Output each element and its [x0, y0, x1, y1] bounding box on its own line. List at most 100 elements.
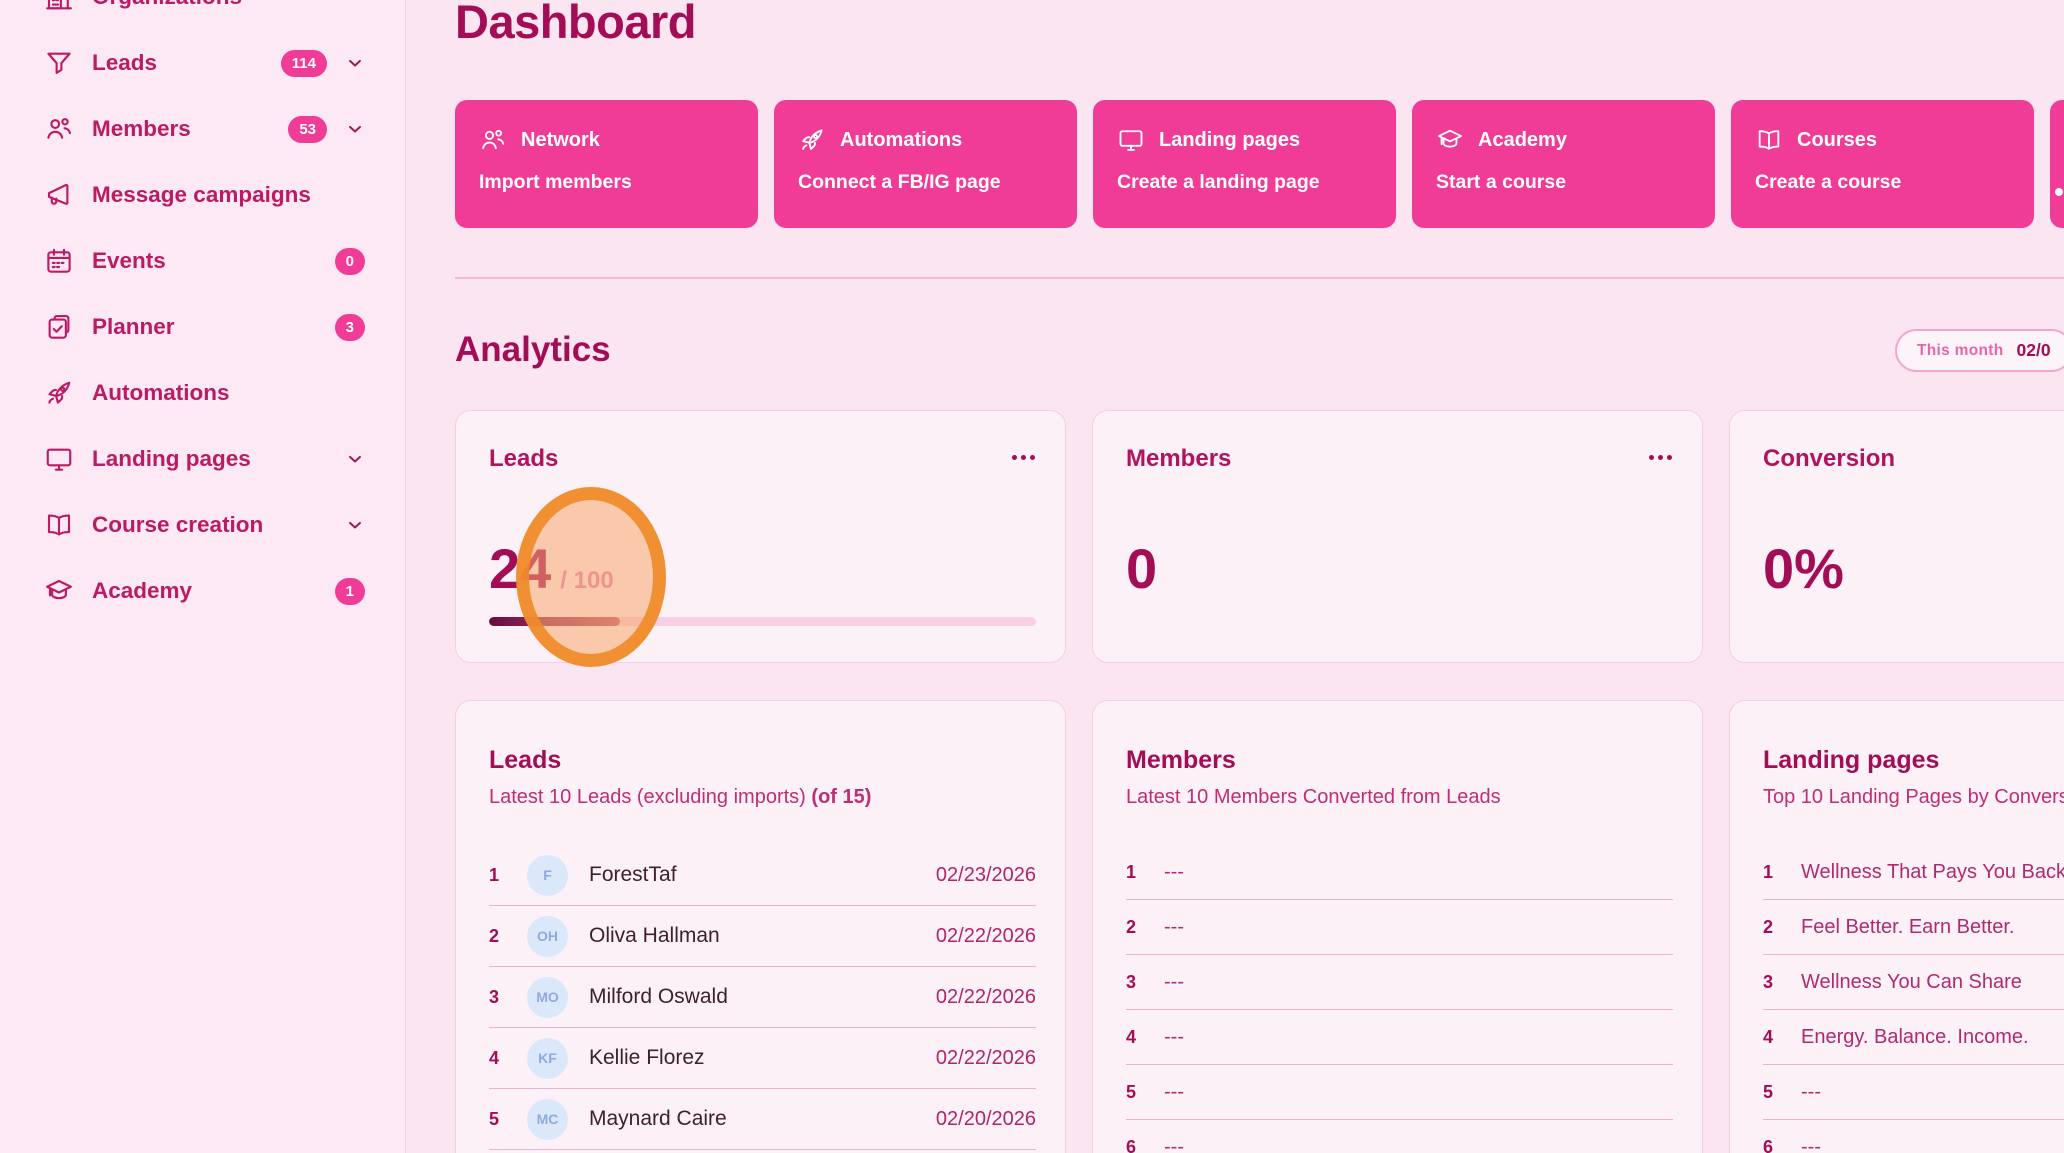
sidebar-item-organizations[interactable]: Organizations — [0, 0, 405, 30]
lead-date: 02/20/2026 — [936, 1108, 1036, 1131]
analytics-heading: Analytics — [455, 330, 611, 370]
clipboard-check-icon — [44, 312, 74, 342]
planner-count-badge: 3 — [335, 314, 365, 341]
leads-max-value: / 100 — [560, 569, 613, 593]
lead-date: 02/22/2026 — [936, 925, 1036, 948]
row-value: --- — [1801, 1081, 1821, 1104]
table-row[interactable]: 6--- — [1763, 1120, 2064, 1153]
table-row[interactable]: 4--- — [1126, 1010, 1673, 1065]
row-value: Energy. Balance. Income. — [1801, 1026, 2029, 1049]
people-icon — [479, 126, 507, 154]
sidebar-item-automations[interactable]: Automations — [0, 360, 405, 426]
row-rank: 4 — [1126, 1027, 1164, 1048]
lead-name: Milford Oswald — [589, 985, 936, 1009]
sidebar-item-landing-pages[interactable]: Landing pages — [0, 426, 405, 492]
leads-rows: 1 F ForestTaf 02/23/2026 2 OH Oliva Hall… — [489, 845, 1036, 1150]
table-row[interactable]: 1 F ForestTaf 02/23/2026 — [489, 845, 1036, 906]
sidebar-item-message-campaigns[interactable]: Message campaigns — [0, 162, 405, 228]
row-value: Wellness You Can Share — [1801, 971, 2022, 994]
period-label: This month — [1917, 342, 2004, 360]
row-rank: 3 — [1126, 972, 1164, 993]
sidebar-item-course-creation[interactable]: Course creation — [0, 492, 405, 558]
leads-list-card: Leads Latest 10 Leads (excluding imports… — [455, 700, 1066, 1153]
quick-action-partial[interactable] — [2050, 100, 2064, 228]
sidebar-item-members[interactable]: Members 53 — [0, 96, 405, 162]
chevron-down-icon[interactable] — [345, 515, 365, 535]
people-icon — [44, 114, 74, 144]
period-value: 02/0 — [2017, 340, 2051, 361]
list-subtitle: Latest 10 Members Converted from Leads — [1126, 783, 1673, 811]
table-row[interactable]: 2--- — [1126, 900, 1673, 955]
quick-action-subtitle: Start a course — [1436, 171, 1691, 194]
stat-card-conversion: Conversion 0% — [1729, 410, 2064, 663]
avatar: OH — [527, 916, 568, 957]
row-value: --- — [1801, 1136, 1821, 1153]
chevron-down-icon[interactable] — [345, 119, 365, 139]
building-icon — [44, 0, 74, 12]
row-value: --- — [1164, 1026, 1184, 1049]
table-row[interactable]: 5--- — [1763, 1065, 2064, 1120]
events-count-badge: 0 — [335, 248, 365, 275]
sidebar-item-events[interactable]: Events 0 — [0, 228, 405, 294]
lead-date: 02/23/2026 — [936, 864, 1036, 887]
chevron-down-icon[interactable] — [345, 449, 365, 469]
quick-action-automations[interactable]: Automations Connect a FB/IG page — [774, 100, 1077, 228]
chevron-down-icon[interactable] — [345, 53, 365, 73]
table-row[interactable]: 3 MO Milford Oswald 02/22/2026 — [489, 967, 1036, 1028]
stat-value: 24 / 100 — [489, 541, 614, 597]
row-rank: 1 — [489, 865, 527, 886]
members-value: 0 — [1126, 541, 1157, 597]
row-rank: 1 — [1763, 862, 1801, 883]
sidebar-item-label: Planner — [92, 314, 317, 340]
ellipsis-menu-icon[interactable] — [1012, 455, 1035, 460]
sidebar-item-label: Academy — [92, 578, 317, 604]
sidebar-item-leads[interactable]: Leads 114 — [0, 30, 405, 96]
sidebar-item-label: Members — [92, 116, 270, 142]
sidebar-item-academy[interactable]: Academy 1 — [0, 558, 405, 624]
table-row[interactable]: 4Energy. Balance. Income. — [1763, 1010, 2064, 1065]
stat-title: Members — [1126, 445, 1231, 473]
table-row[interactable]: 1--- — [1126, 845, 1673, 900]
sidebar-item-label: Landing pages — [92, 446, 327, 472]
row-rank: 4 — [1763, 1027, 1801, 1048]
rocket-icon — [798, 126, 826, 154]
quick-action-title: Automations — [840, 129, 962, 152]
table-row[interactable]: 5--- — [1126, 1065, 1673, 1120]
table-row[interactable]: 6--- — [1126, 1120, 1673, 1153]
table-row[interactable]: 2 OH Oliva Hallman 02/22/2026 — [489, 906, 1036, 967]
section-divider — [455, 277, 2064, 279]
calendar-icon — [44, 246, 74, 276]
table-row[interactable]: 1Wellness That Pays You Back — [1763, 845, 2064, 900]
row-rank: 5 — [489, 1109, 527, 1130]
avatar: F — [527, 855, 568, 896]
members-rows: 1--- 2--- 3--- 4--- 5--- 6--- — [1126, 845, 1673, 1153]
table-row[interactable]: 3Wellness You Can Share — [1763, 955, 2064, 1010]
avatar: KF — [527, 1038, 568, 1079]
table-row[interactable]: 4 KF Kellie Florez 02/22/2026 — [489, 1028, 1036, 1089]
quick-action-network[interactable]: Network Import members — [455, 100, 758, 228]
sidebar-item-planner[interactable]: Planner 3 — [0, 294, 405, 360]
quick-action-title: Academy — [1478, 129, 1567, 152]
period-filter-chip[interactable]: This month 02/0 — [1895, 329, 2064, 372]
sidebar: Organizations Leads 114 Members 53 Messa… — [0, 0, 406, 1153]
page-title: Dashboard — [455, 0, 696, 52]
quick-action-landing-pages[interactable]: Landing pages Create a landing page — [1093, 100, 1396, 228]
sidebar-item-label: Organizations — [92, 0, 365, 10]
sidebar-item-label: Leads — [92, 50, 263, 76]
ellipsis-menu-icon[interactable] — [1649, 455, 1672, 460]
row-value: --- — [1164, 971, 1184, 994]
quick-action-subtitle: Connect a FB/IG page — [798, 171, 1053, 194]
table-row[interactable]: 5 MC Maynard Caire 02/20/2026 — [489, 1089, 1036, 1150]
sidebar-item-label: Events — [92, 248, 317, 274]
list-subtitle: Top 10 Landing Pages by Conversion — [1763, 783, 2064, 811]
row-value: --- — [1164, 1136, 1184, 1153]
quick-action-courses[interactable]: Courses Create a course — [1731, 100, 2034, 228]
quick-action-title: Network — [521, 129, 600, 152]
row-rank: 2 — [1126, 917, 1164, 938]
table-row[interactable]: 3--- — [1126, 955, 1673, 1010]
avatar: MO — [527, 977, 568, 1018]
quick-action-subtitle: Import members — [479, 171, 734, 194]
monitor-icon — [1117, 126, 1145, 154]
quick-action-academy[interactable]: Academy Start a course — [1412, 100, 1715, 228]
table-row[interactable]: 2Feel Better. Earn Better. — [1763, 900, 2064, 955]
